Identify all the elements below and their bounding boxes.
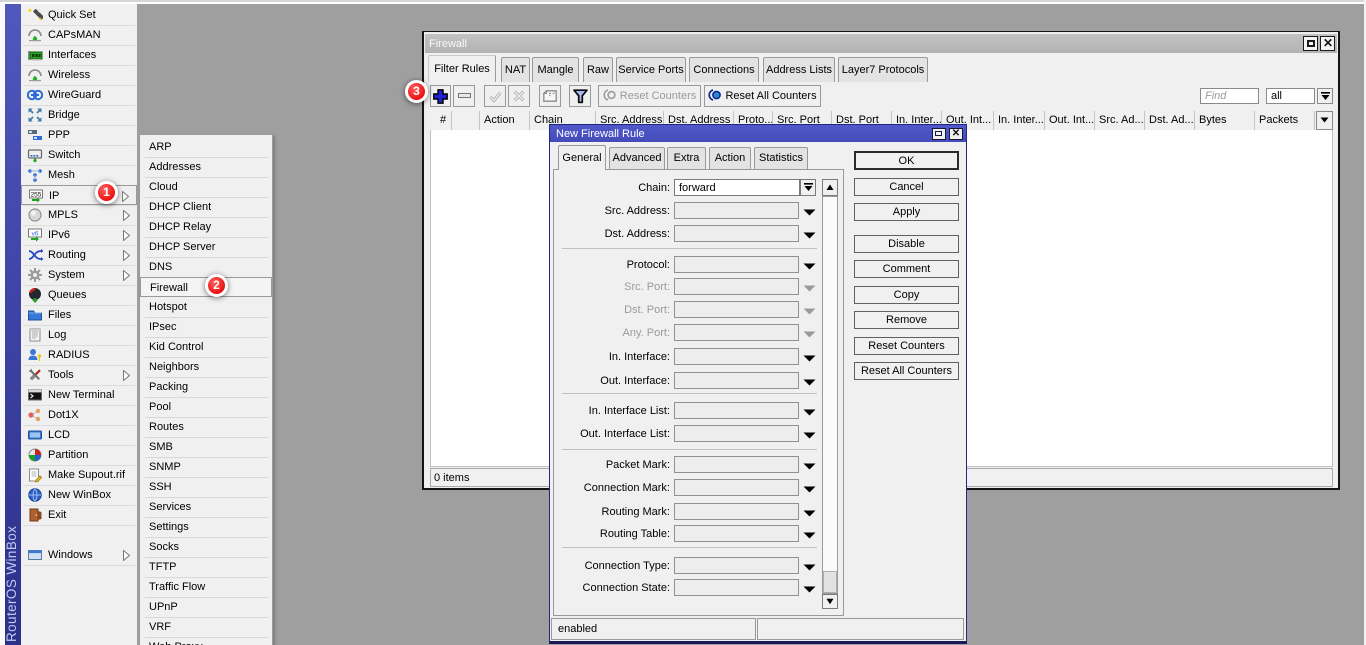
svg-text:v6: v6 <box>32 231 39 238</box>
svg-text:255: 255 <box>31 192 42 199</box>
